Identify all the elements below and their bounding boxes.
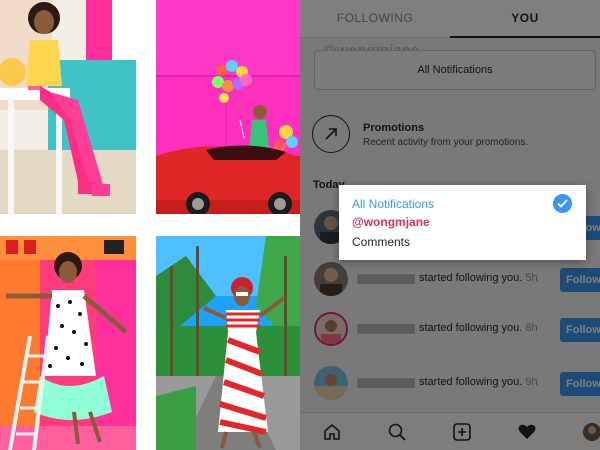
check-icon (553, 194, 572, 213)
grid-photo-4[interactable] (156, 236, 300, 450)
photo-image-1 (0, 0, 136, 214)
screen: FOLLOWING YOU @wongmjane All Notificatio… (0, 0, 600, 450)
photo-image-2 (156, 0, 300, 214)
dropdown-option-comments[interactable]: Comments (352, 235, 410, 249)
dropdown-option-all-notifications[interactable]: All Notifications (352, 197, 434, 211)
grid-photo-3[interactable] (0, 236, 136, 450)
dropdown-option-handle[interactable]: @wongmjane (352, 215, 430, 229)
photo-grid (0, 0, 300, 450)
photo-image-4 (156, 236, 300, 450)
grid-photo-2[interactable] (156, 0, 300, 214)
photo-image-3 (0, 236, 136, 450)
notification-filter-dropdown: All Notifications @wongmjane Comments (339, 185, 586, 260)
grid-photo-1[interactable] (0, 0, 136, 214)
